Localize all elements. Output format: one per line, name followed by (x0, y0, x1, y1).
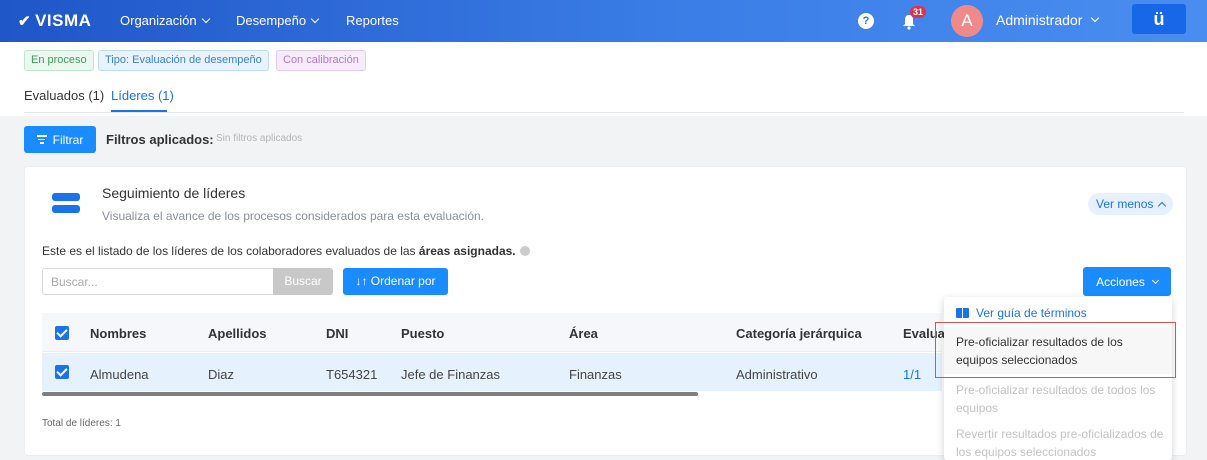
highlight-box (935, 322, 1176, 378)
select-all-checkbox[interactable] (55, 326, 69, 340)
applied-filters-label: Filtros aplicados: (106, 132, 214, 147)
row-checkbox[interactable] (55, 365, 69, 379)
logo-text: VISMA (35, 11, 92, 30)
tabs-divider (24, 112, 1184, 113)
cell-categoria: Administrativo (736, 367, 818, 382)
brand-app-button[interactable]: ü (1132, 4, 1186, 34)
book-icon (956, 308, 969, 318)
nav-desempeno[interactable]: Desempeño (236, 13, 320, 28)
collapse-button[interactable]: Ver menos (1088, 193, 1174, 215)
total-leaders: Total de líderes: 1 (42, 418, 121, 429)
list-description: Este es el listado de los líderes de los… (42, 244, 530, 258)
nav-reportes-label: Reportes (346, 13, 399, 28)
actions-button[interactable]: Acciones (1083, 267, 1171, 296)
card-title: Seguimiento de líderes (102, 185, 246, 201)
notification-count-badge: 31 (910, 6, 927, 18)
chevron-down-icon (1151, 276, 1159, 284)
nav-organizacion-label: Organización (120, 13, 197, 28)
status-tag: En proceso (24, 50, 94, 71)
nav-desempeno-label: Desempeño (236, 13, 307, 28)
column-header-area[interactable]: Área (569, 326, 598, 341)
cell-apellidos: Diaz (208, 367, 235, 382)
cell-evaluaciones-link[interactable]: 1/1 (903, 367, 921, 382)
menu-guide-link[interactable]: Ver guía de términos (956, 306, 1087, 320)
collapse-button-label: Ver menos (1096, 197, 1154, 211)
nav-reportes[interactable]: Reportes (346, 13, 399, 28)
column-header-categoria[interactable]: Categoría jerárquica (736, 326, 862, 341)
search-button[interactable]: Buscar (273, 268, 333, 295)
chevron-down-icon (201, 14, 210, 23)
nav-organizacion[interactable]: Organización (120, 13, 210, 28)
tab-evaluados[interactable]: Evaluados (1) (24, 88, 104, 103)
cell-dni: T654321 (326, 367, 378, 382)
horizontal-scrollbar[interactable] (42, 392, 698, 396)
actions-button-label: Acciones (1096, 274, 1145, 289)
type-tag: Tipo: Evaluación de desempeño (98, 50, 269, 71)
sort-button[interactable]: ↓↑ Ordenar por (343, 268, 448, 295)
cell-area: Finanzas (569, 367, 622, 382)
menu-item-revert-selected[interactable]: Revertir resultados pre-oficializados de… (956, 425, 1166, 460)
applied-filters-value: Sin filtros aplicados (216, 133, 303, 144)
notifications-button[interactable]: 31 (902, 6, 927, 33)
cell-nombres: Almudena (90, 367, 149, 382)
info-icon[interactable] (519, 246, 530, 256)
active-tab-indicator (111, 110, 167, 112)
search-input[interactable] (42, 268, 273, 295)
tab-lideres[interactable]: Líderes (1) (111, 88, 174, 103)
user-name: Administrador (996, 12, 1083, 28)
card-subtitle: Visualiza el avance de los procesos cons… (102, 209, 485, 223)
help-icon[interactable]: ? (858, 13, 874, 29)
chevron-down-icon (1091, 13, 1100, 23)
column-header-nombres[interactable]: Nombres (90, 326, 146, 341)
list-description-text: Este es el listado de los líderes de los… (42, 244, 419, 258)
server-icon (52, 193, 80, 215)
calibration-tag: Con calibración (276, 50, 366, 71)
list-description-bold: áreas asignadas. (418, 244, 516, 258)
column-header-apellidos[interactable]: Apellidos (208, 326, 267, 341)
visma-mark-icon: ✔ (18, 13, 32, 30)
filter-button-label: Filtrar (52, 132, 84, 147)
column-header-puesto[interactable]: Puesto (401, 326, 444, 341)
cell-puesto: Jefe de Finanzas (401, 367, 501, 382)
menu-item-preofficialize-all[interactable]: Pre-oficializar resultados de todos los … (956, 381, 1166, 417)
chevron-down-icon (310, 14, 320, 23)
chevron-up-icon (1158, 201, 1167, 210)
menu-guide-label: Ver guía de términos (976, 306, 1087, 320)
top-navigation-bar: ✔ VISMA Organización Desempeño Reportes … (0, 0, 1207, 42)
user-menu[interactable]: Administrador (996, 12, 1100, 28)
filter-icon (36, 133, 47, 146)
filter-button[interactable]: Filtrar (24, 126, 96, 153)
avatar[interactable]: A (951, 5, 983, 37)
column-header-dni[interactable]: DNI (326, 326, 348, 341)
visma-logo[interactable]: ✔ VISMA (18, 11, 91, 31)
